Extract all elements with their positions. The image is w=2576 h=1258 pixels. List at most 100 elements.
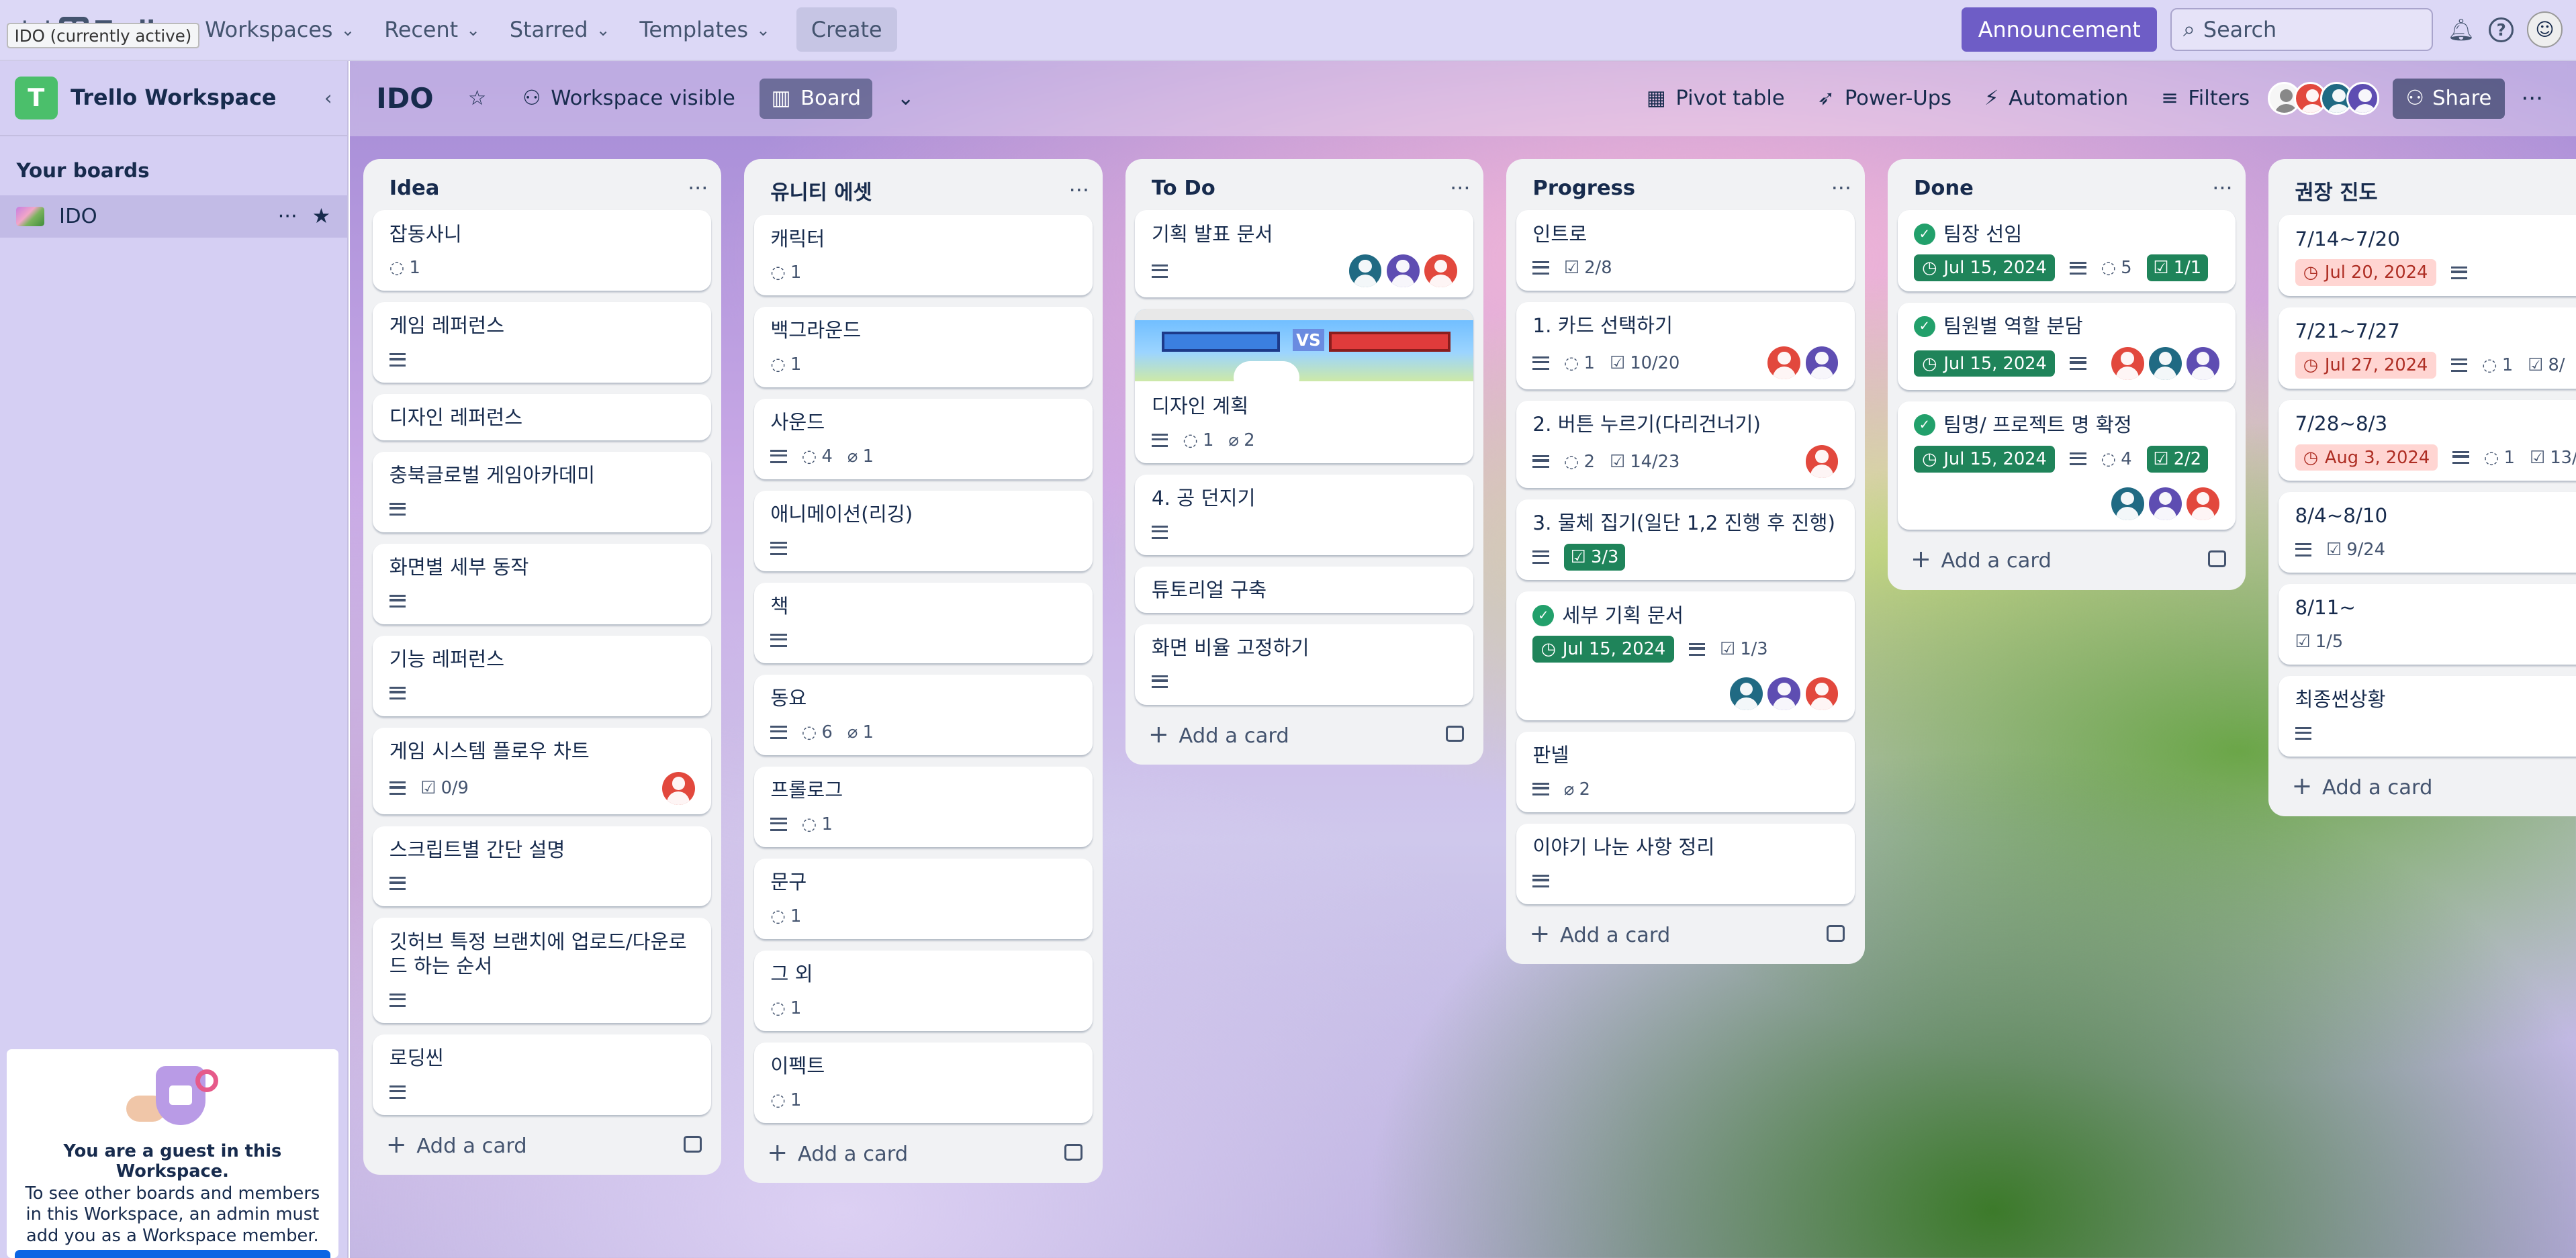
list-header[interactable]: To Do ··· — [1125, 159, 1483, 210]
card[interactable]: 기획 발표 문서 — [1135, 210, 1474, 298]
add-card-button[interactable]: + Add a card — [744, 1123, 1102, 1173]
add-card-button[interactable]: + Add a card — [1888, 530, 2246, 580]
star-icon[interactable]: ★ — [312, 205, 330, 228]
powerups-button[interactable]: ➶ Power-Ups — [1806, 79, 1963, 118]
card[interactable]: 2. 버튼 누르기(다리건너기) ◌ 2 ☑ 14/23 — [1516, 401, 1855, 488]
automation-button[interactable]: ⚡︎ Automation — [1973, 79, 2140, 118]
member-avatar[interactable] — [1424, 254, 1457, 288]
filters-button[interactable]: ≡ Filters — [2150, 79, 2261, 118]
list-title[interactable]: 권장 진도 — [2295, 176, 2378, 205]
card[interactable]: 8/4~8/10 ☑ 9/24 — [2279, 492, 2576, 573]
menu-recent[interactable]: Recent ⌄ — [371, 7, 494, 52]
member-avatar[interactable] — [2111, 487, 2144, 520]
card[interactable]: VS 디자인 계획 ◌ 1 ⌀ 2 — [1135, 309, 1474, 464]
member-avatar[interactable] — [1805, 677, 1839, 711]
member-avatar[interactable] — [1805, 445, 1839, 479]
card-template-icon[interactable] — [683, 1136, 702, 1153]
member-avatar[interactable] — [2187, 487, 2220, 520]
member-avatar[interactable] — [2187, 347, 2220, 380]
member-avatar[interactable] — [1730, 677, 1763, 711]
card[interactable]: 사운드 ◌ 4 ⌀ 1 — [753, 399, 1093, 480]
list-menu-icon[interactable]: ··· — [1069, 178, 1089, 203]
card[interactable]: ✓ 팀명/ 프로젝트 명 확정 ◷ Jul 15, 2024 ◌ 4 ☑ 2/2 — [1897, 401, 2236, 530]
list-title[interactable]: Idea — [389, 177, 440, 200]
list-title[interactable]: Done — [1914, 177, 1974, 200]
member-avatar[interactable] — [2148, 347, 2182, 380]
collapse-sidebar-icon[interactable]: ‹ — [324, 87, 332, 109]
card-template-icon[interactable] — [1064, 1144, 1083, 1161]
card[interactable]: 깃허브 특정 브랜치에 업로드/다운로드 하는 순서 — [373, 918, 712, 1024]
card[interactable]: ✓ 팀원별 역할 분담 ◷ Jul 15, 2024 — [1897, 303, 2236, 390]
card-template-icon[interactable] — [1827, 925, 1845, 942]
card[interactable]: 인트로 ☑ 2/8 — [1516, 210, 1855, 291]
due-date-badge[interactable]: ◷ Jul 20, 2024 — [2295, 259, 2436, 287]
list-menu-icon[interactable]: ··· — [1831, 176, 1851, 201]
due-date-badge[interactable]: ◷ Jul 27, 2024 — [2295, 352, 2436, 379]
menu-starred[interactable]: Starred ⌄ — [496, 7, 623, 52]
card-template-icon[interactable] — [1445, 725, 1464, 742]
list-title[interactable]: Progress — [1532, 177, 1635, 200]
card[interactable]: 프롤로그 ◌ 1 — [753, 767, 1093, 847]
card[interactable]: 1. 카드 선택하기 ◌ 1 ☑ 10/20 — [1516, 302, 1855, 389]
due-date-badge[interactable]: ◷ Jul 15, 2024 — [1532, 636, 1674, 663]
card[interactable]: 이펙트 ◌ 1 — [753, 1043, 1093, 1123]
help-icon[interactable]: ? — [2489, 17, 2514, 42]
card[interactable]: 게임 레퍼런스 — [373, 302, 712, 383]
card[interactable]: 7/28~8/3 ◷Aug 3, 2024 ◌1 ☑13/25 — [2279, 399, 2576, 481]
list-header[interactable]: Idea ··· — [363, 159, 721, 210]
card[interactable]: 충북글로벌 게임아카데미 — [373, 451, 712, 532]
card[interactable]: 책 — [753, 583, 1093, 664]
bell-icon[interactable]: 🔔︎ — [2446, 15, 2476, 44]
card[interactable]: 이야기 나눈 사항 정리 — [1516, 823, 1855, 904]
member-avatar[interactable] — [2346, 82, 2380, 115]
card[interactable]: 판넬 ⌀ 2 — [1516, 731, 1855, 812]
search-input[interactable]: ⌕ Search — [2170, 8, 2434, 52]
visibility-button[interactable]: ⚇ Workspace visible — [511, 79, 747, 118]
card[interactable]: 7/14~7/20 ◷ Jul 20, 2024 — [2279, 215, 2576, 296]
card[interactable]: 백그라운드 ◌ 1 — [753, 307, 1093, 388]
card[interactable]: 게임 시스템 플로우 차트 ☑ 0/9 — [373, 727, 712, 815]
pivot-table-button[interactable]: ▦ Pivot table — [1635, 79, 1796, 118]
board-title[interactable]: IDO — [376, 82, 433, 115]
card[interactable]: 디자인 레퍼런스 — [373, 394, 712, 440]
announcement-button[interactable]: Announcement — [1962, 7, 2158, 52]
complete-check-icon[interactable]: ✓ — [1913, 414, 1935, 436]
member-avatar[interactable] — [661, 771, 695, 805]
card[interactable]: ✓ 세부 기획 문서 ◷ Jul 15, 2024 ☑ 1/3 — [1516, 591, 1855, 720]
add-card-button[interactable]: + Add a card — [1125, 705, 1483, 755]
member-avatar[interactable] — [2148, 487, 2182, 520]
card[interactable]: 그 외 ◌ 1 — [753, 951, 1093, 1031]
card[interactable]: 3. 물체 집기(일단 1,2 진행 후 진행) ☑ 3/3 — [1516, 499, 1855, 581]
member-avatar[interactable] — [1348, 254, 1382, 288]
card[interactable]: 4. 공 던지기 — [1135, 475, 1474, 556]
user-avatar[interactable]: ☺ — [2526, 11, 2563, 48]
list-menu-icon[interactable]: ··· — [1450, 176, 1470, 201]
card[interactable]: 최종썬상황 — [2279, 676, 2576, 757]
card[interactable]: 동요 ◌ 6 ⌀ 1 — [753, 675, 1093, 756]
card[interactable]: ✓ 팀장 선임 ◷ Jul 15, 2024 ◌ 5 ☑ 1/1 — [1897, 210, 2236, 291]
member-avatar[interactable] — [1767, 346, 1801, 380]
card[interactable]: 로딩씬 — [373, 1034, 712, 1115]
due-date-badge[interactable]: ◷ Jul 15, 2024 — [1913, 445, 2056, 473]
card[interactable]: 8/11~ ☑ 1/5 — [2279, 584, 2576, 665]
complete-check-icon[interactable]: ✓ — [1913, 223, 1935, 245]
card[interactable]: 캐릭터 ◌ 1 — [753, 215, 1093, 296]
board-menu-icon[interactable]: ··· — [2515, 85, 2550, 112]
due-date-badge[interactable]: ◷ Aug 3, 2024 — [2295, 444, 2438, 471]
card[interactable]: 화면별 세부 동작 — [373, 543, 712, 624]
card[interactable]: 스크립트별 간단 설명 — [373, 826, 712, 907]
card[interactable]: 애니메이션(리깅) — [753, 491, 1093, 572]
list-header[interactable]: Progress ··· — [1506, 159, 1864, 210]
list-header[interactable]: Done ··· — [1888, 159, 2246, 210]
list-title[interactable]: To Do — [1152, 177, 1215, 200]
menu-templates[interactable]: Templates ⌄ — [627, 7, 784, 52]
sidebar-item-ido[interactable]: IDO ··· ★ — [0, 195, 347, 238]
card[interactable]: 문구 ◌ 1 — [753, 859, 1093, 939]
workspace-name[interactable]: Trello Workspace — [71, 85, 311, 110]
star-board-button[interactable]: ☆ — [457, 79, 498, 118]
board-members[interactable] — [2267, 82, 2380, 115]
card[interactable]: 잡동사니 ◌ 1 — [373, 210, 712, 291]
member-avatar[interactable] — [1767, 677, 1801, 711]
add-card-button[interactable]: + Add a card — [2268, 757, 2576, 807]
add-card-button[interactable]: + Add a card — [363, 1115, 721, 1165]
